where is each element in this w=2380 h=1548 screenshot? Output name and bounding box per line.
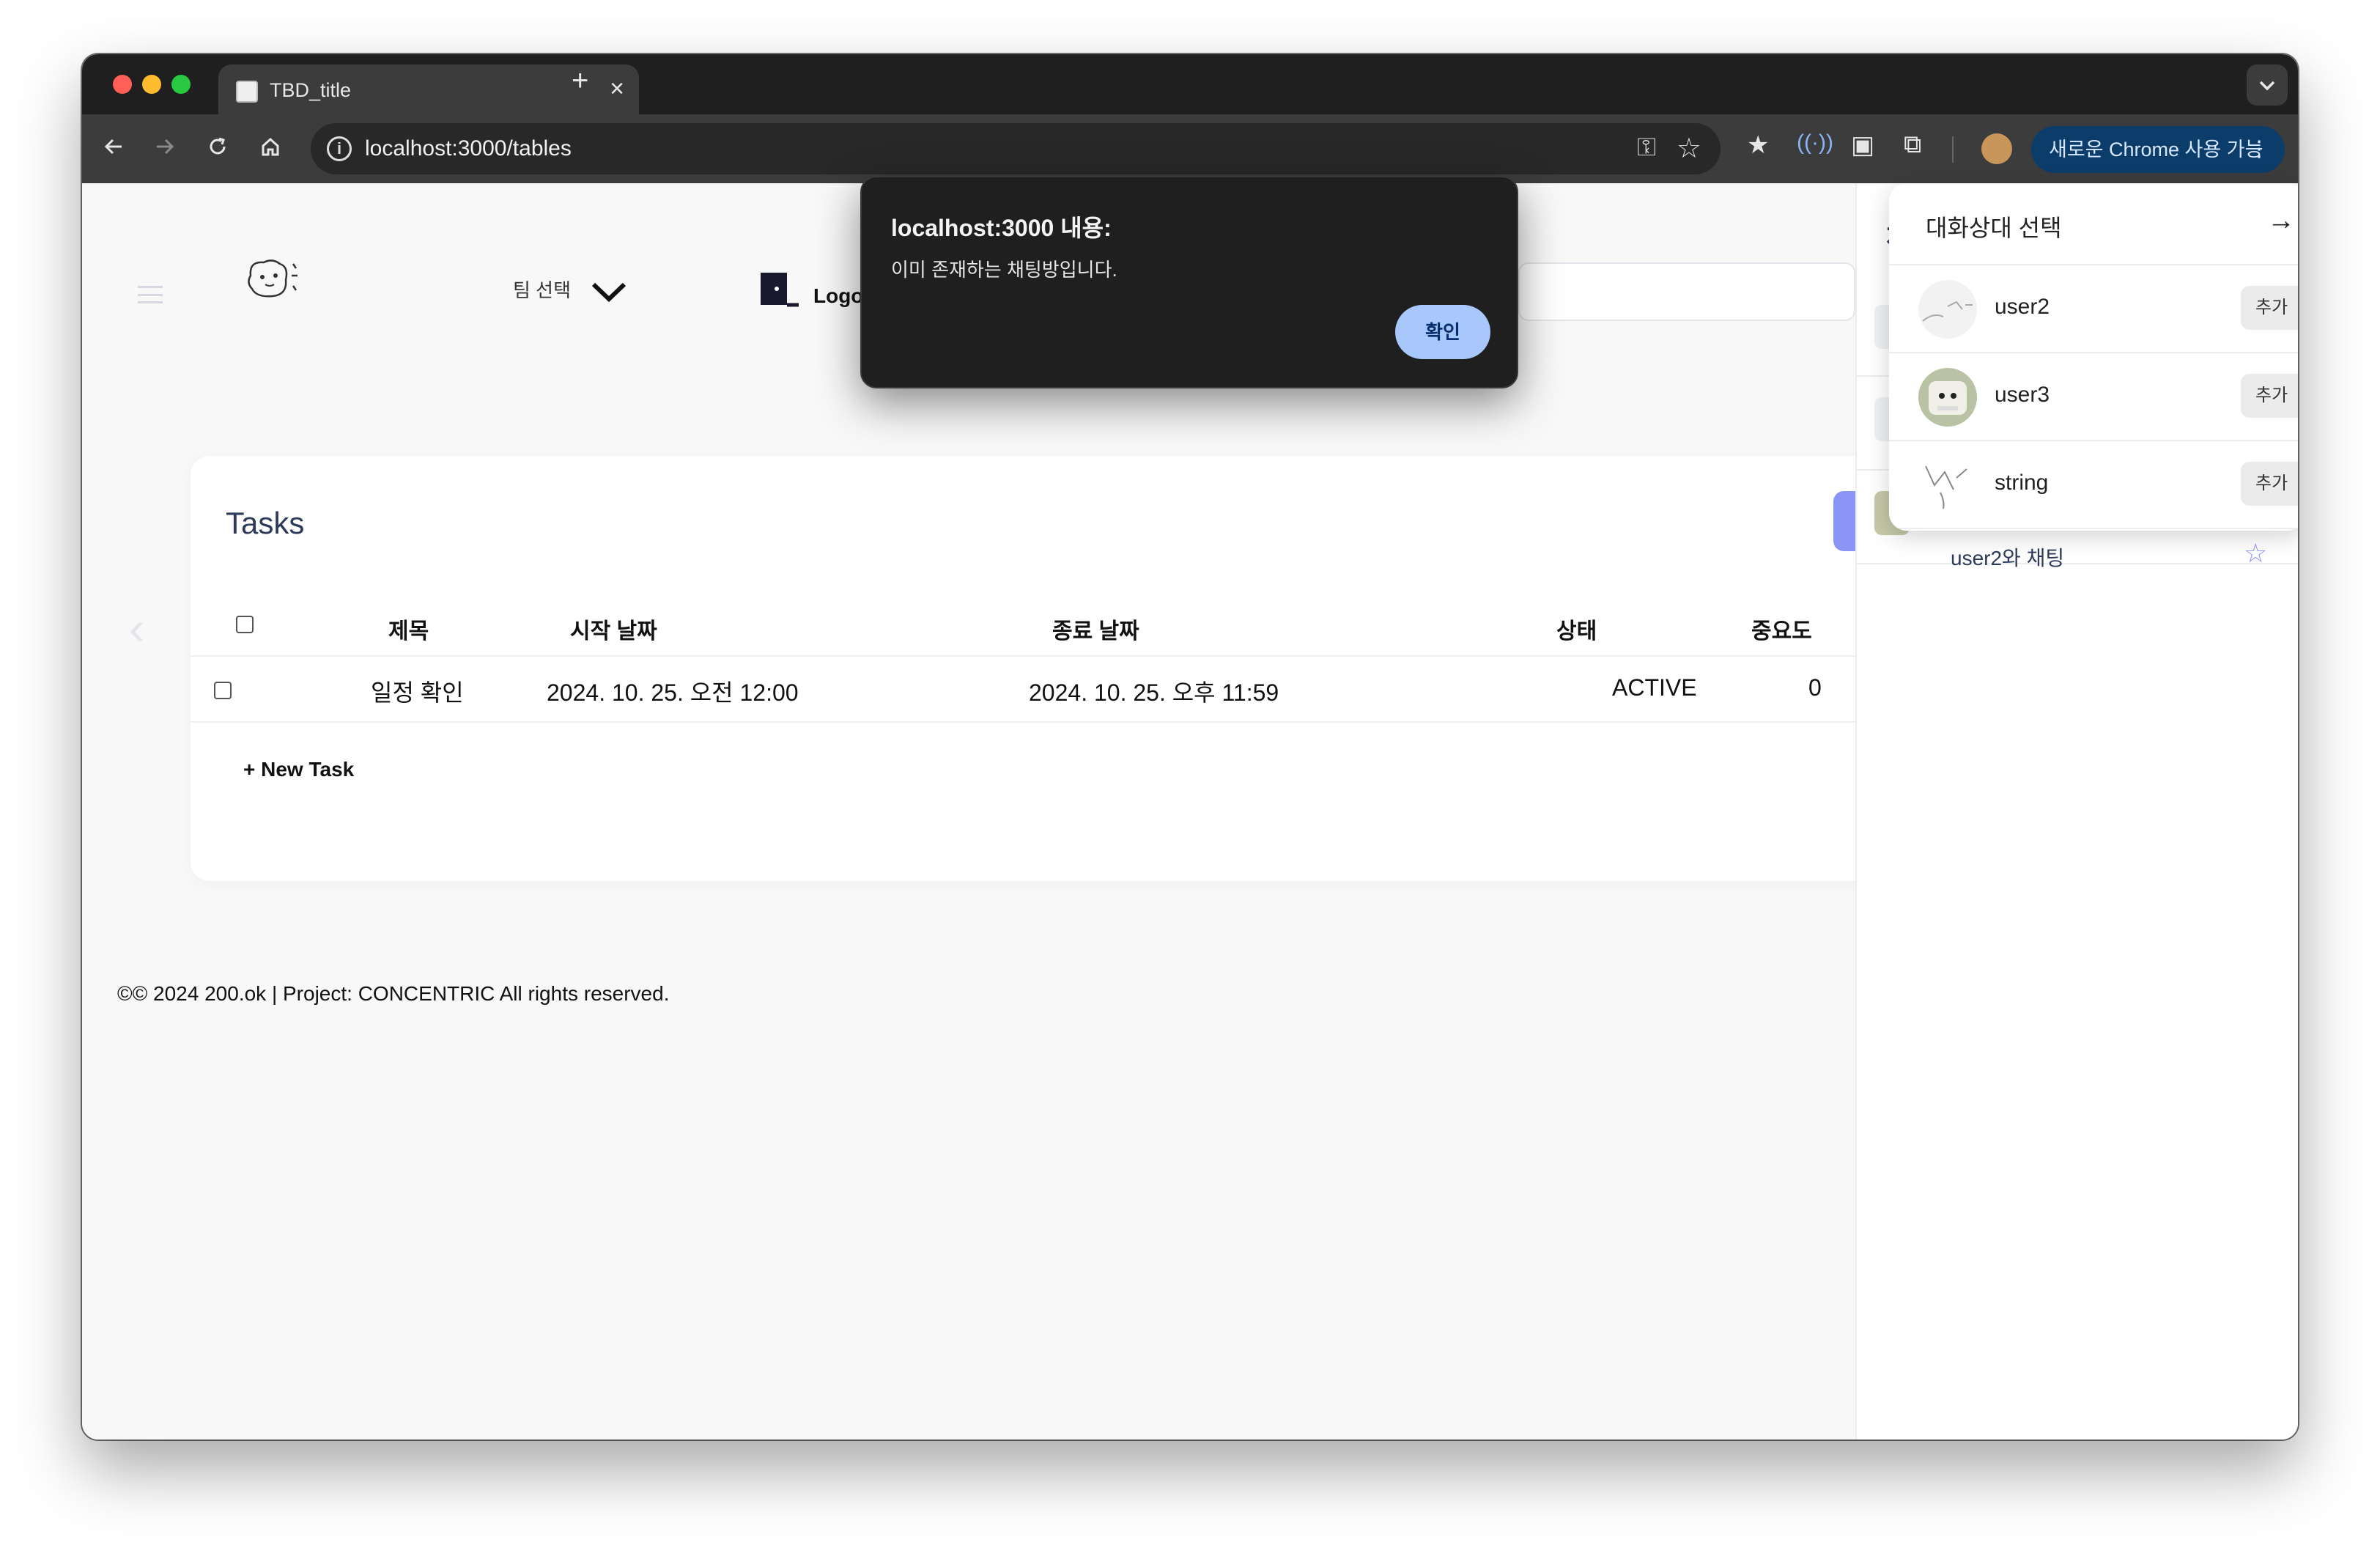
desktop: TBD_title × + i localhost:3000/tables ⚿ … — [0, 0, 2380, 1548]
logo-icon — [248, 259, 298, 298]
task-status-cell: ACTIVE — [1612, 674, 1697, 701]
contact-name: user2 — [1995, 295, 2050, 319]
user-photo-icon — [1929, 381, 1967, 415]
chrome-update-button[interactable]: 새로운 Chrome 사용 가능 ⋮ — [2031, 126, 2285, 173]
column-header-end-date[interactable]: 종료 날짜 — [1052, 613, 1139, 645]
arrow-right-icon[interactable]: → — [2267, 205, 2295, 237]
contact-row[interactable]: user2 추가 — [1889, 265, 2298, 353]
dropdown-title: 대화상대 선택 — [1926, 215, 2062, 241]
task-title-cell[interactable]: 일정 확인 — [371, 674, 464, 708]
user-sketch-icon — [1922, 301, 1973, 322]
user-sketch-icon — [1925, 465, 1967, 509]
task-start-cell: 2024. 10. 25. 오전 12:00 — [547, 679, 799, 706]
cast-icon[interactable]: ((·)) — [1797, 130, 1833, 155]
alert-dialog: localhost:3000 내용: 이미 존재하는 채팅방입니다. 확인 — [860, 176, 1518, 388]
chevron-down-icon[interactable] — [591, 280, 627, 303]
add-contact-button[interactable]: 추가 — [2241, 462, 2298, 506]
column-header-title[interactable]: 제목 — [388, 613, 429, 645]
browser-toolbar: i localhost:3000/tables ⚿ ☆ ★ ((·)) ▣ ⧉ … — [82, 114, 2298, 183]
contact-name: string — [1995, 471, 2049, 495]
tab-strip: TBD_title × + — [82, 54, 2298, 116]
add-contact-button[interactable]: 추가 — [2241, 286, 2298, 330]
chevron-left-icon[interactable]: ‹ — [129, 601, 144, 655]
tasks-card: Tasks 제목 시작 날짜 종료 날짜 상태 중요도 일정 확인 2024. … — [191, 456, 1949, 881]
home-button[interactable] — [251, 129, 290, 169]
alert-ok-button[interactable]: 확인 — [1395, 305, 1490, 359]
search-input[interactable] — [1518, 262, 1855, 321]
tab-close-button[interactable]: × — [610, 75, 624, 103]
address-bar[interactable]: i localhost:3000/tables ⚿ ☆ — [311, 123, 1721, 174]
extension-icon[interactable]: ⧉ — [1904, 130, 1921, 159]
contact-row[interactable]: user3 추가 — [1889, 353, 2298, 441]
team-select-label[interactable]: 팀 선택 — [513, 276, 571, 303]
task-end-cell: 2024. 10. 25. 오후 11:59 — [1029, 679, 1279, 706]
screenshot-icon[interactable]: ▣ — [1851, 130, 1874, 160]
column-header-priority[interactable]: 중요도 — [1751, 613, 1812, 645]
table-row[interactable]: 일정 확인 2024. 10. 25. 오전 12:00 2024. 10. 2… — [191, 657, 1949, 723]
table-header: 제목 시작 날짜 종료 날짜 상태 중요도 — [191, 591, 1949, 657]
minimize-window-button[interactable] — [142, 75, 161, 94]
add-contact-button[interactable]: 추가 — [2241, 374, 2298, 418]
contact-name: user3 — [1995, 383, 2050, 407]
more-icon[interactable]: ⋮ — [2248, 126, 2270, 173]
toolbar-divider — [1952, 136, 1954, 163]
profile-avatar[interactable] — [1981, 133, 2012, 164]
reload-button[interactable] — [198, 129, 237, 169]
avatar — [1918, 456, 1977, 515]
chevron-down-icon — [2259, 81, 2275, 91]
url-text[interactable]: localhost:3000/tables — [365, 136, 572, 161]
reload-icon — [210, 137, 226, 155]
alert-title: localhost:3000 내용: — [891, 215, 1112, 241]
logout-door-icon[interactable] — [755, 268, 799, 308]
avatar — [1918, 280, 1977, 339]
forward-button[interactable] — [145, 129, 185, 169]
bookmarks-icon[interactable]: ★ — [1747, 130, 1769, 160]
row-checkbox[interactable] — [214, 682, 232, 699]
menu-icon[interactable] — [138, 286, 163, 303]
logout-button[interactable]: Logo — [813, 284, 863, 308]
key-icon[interactable]: ⚿ — [1637, 133, 1656, 162]
alert-message: 이미 존재하는 채팅방입니다. — [891, 259, 1117, 281]
chat-room-name[interactable]: user2와 채팅 — [1951, 542, 2064, 572]
avatar — [1918, 368, 1977, 427]
back-button[interactable] — [94, 129, 133, 169]
column-header-start-date[interactable]: 시작 날짜 — [570, 613, 657, 645]
favicon-icon — [236, 81, 258, 103]
dropdown-header: 대화상대 선택 → — [1889, 183, 2298, 265]
new-task-button[interactable]: + New Task — [243, 758, 354, 781]
bookmark-star-icon[interactable]: ☆ — [1677, 132, 1701, 165]
select-all-checkbox[interactable] — [236, 616, 254, 633]
contact-select-dropdown: 대화상대 선택 → user2 추가 user3 추가 string 추가 — [1889, 183, 2298, 531]
browser-window: TBD_title × + i localhost:3000/tables ⚿ … — [82, 54, 2298, 1440]
forward-icon — [157, 139, 174, 155]
close-window-button[interactable] — [113, 75, 132, 94]
tab-search-button[interactable] — [2247, 64, 2288, 106]
back-icon — [104, 139, 122, 155]
task-priority-cell: 0 — [1808, 674, 1822, 701]
page-title: Tasks — [226, 506, 305, 540]
footer-text: ©© 2024 200.ok | Project: CONCENTRIC All… — [117, 982, 670, 1005]
favorite-star-icon[interactable]: ☆ — [2244, 538, 2267, 569]
home-icon — [262, 137, 279, 156]
contact-row[interactable]: string 추가 — [1889, 441, 2298, 529]
update-chip-label: 새로운 Chrome 사용 가능 — [2049, 139, 2263, 161]
info-icon[interactable]: i — [327, 136, 352, 161]
column-header-status[interactable]: 상태 — [1556, 613, 1597, 645]
new-tab-button[interactable]: + — [572, 64, 588, 97]
maximize-window-button[interactable] — [171, 75, 191, 94]
tab-title: TBD_title — [270, 79, 352, 101]
